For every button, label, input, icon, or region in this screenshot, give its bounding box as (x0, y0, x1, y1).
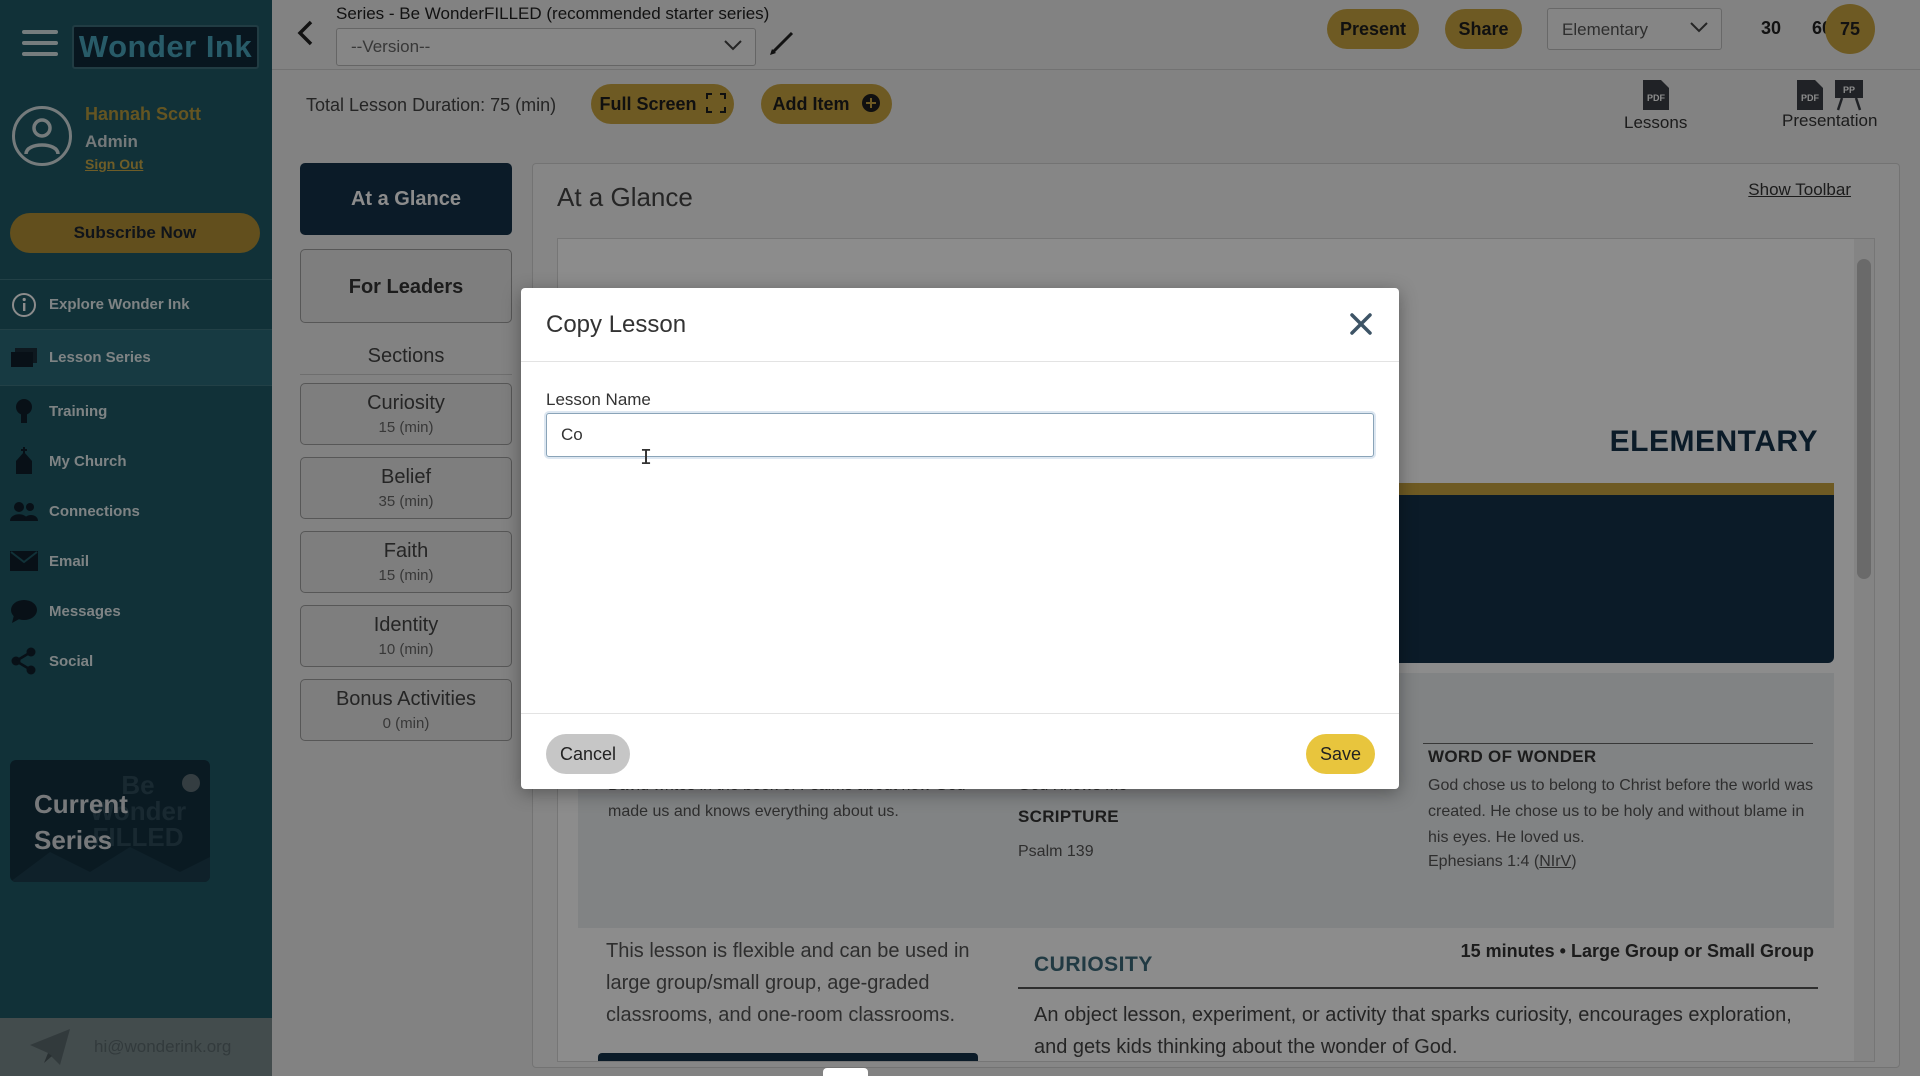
text-cursor-icon: I (640, 445, 653, 469)
dialog-title: Copy Lesson (546, 311, 687, 338)
save-button[interactable]: Save (1306, 734, 1375, 774)
dialog-footer: Cancel Save (521, 713, 1399, 789)
bottom-tab[interactable] (823, 1068, 868, 1076)
copy-lesson-dialog: Copy Lesson Lesson Name I Cancel Save (521, 288, 1399, 789)
dialog-header: Copy Lesson (521, 288, 1399, 362)
lesson-name-label: Lesson Name (546, 390, 651, 409)
close-icon[interactable] (1347, 310, 1375, 338)
cancel-button[interactable]: Cancel (546, 734, 630, 774)
lesson-name-input[interactable] (546, 413, 1374, 457)
